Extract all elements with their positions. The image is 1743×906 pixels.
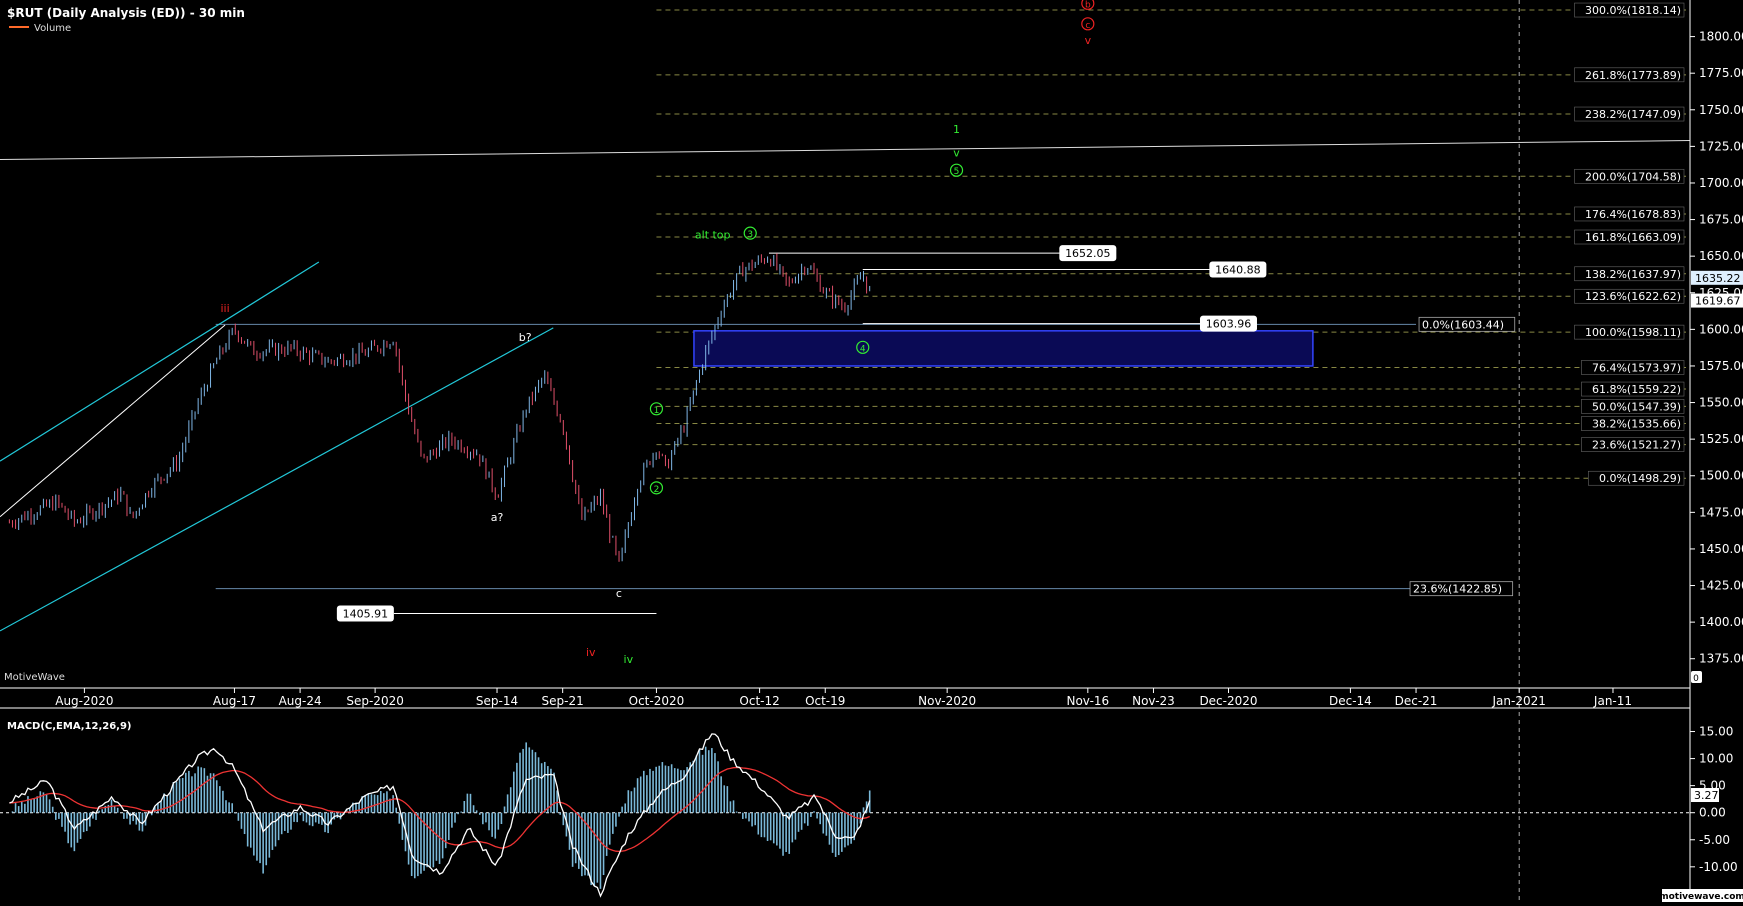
time-tick-label: Oct-12	[739, 694, 779, 708]
time-tick-label: Nov-23	[1132, 694, 1175, 708]
fib-level-label: 123.6%(1622.62)	[1585, 290, 1681, 303]
volume-legend-label: Volume	[34, 23, 71, 34]
price-level-label: 1652.05	[1065, 247, 1111, 260]
price-tick-label: 1725.00	[1699, 139, 1743, 153]
time-tick-label: Aug-17	[213, 694, 256, 708]
price-level-label: 1603.96	[1206, 318, 1252, 331]
fib-level-label: 200.0%(1704.58)	[1585, 170, 1681, 183]
fib-level-label: 61.8%(1559.22)	[1592, 383, 1681, 396]
price-tick-label: 1575.00	[1699, 359, 1743, 373]
price-tick-label: 1675.00	[1699, 213, 1743, 227]
wave-label: 3	[747, 230, 753, 240]
wave-label: v	[1085, 34, 1092, 47]
wave-label: iii	[220, 302, 229, 315]
fib-level-label: 23.6%(1521.27)	[1592, 439, 1681, 452]
price-tick-label: 1375.00	[1699, 652, 1743, 666]
macd-tick-label: -5.00	[1699, 833, 1730, 847]
fib-level-label: 161.8%(1663.09)	[1585, 231, 1681, 244]
wave-label: 2	[654, 485, 660, 495]
price-tick-label: 1750.00	[1699, 103, 1743, 117]
wave-label: 5	[954, 167, 960, 177]
time-tick-label: Jan-2021	[1492, 694, 1546, 708]
wave-label: 1	[953, 123, 960, 136]
fib-level-label: 176.4%(1678.83)	[1585, 208, 1681, 221]
wave-label: iv	[624, 653, 634, 666]
motivewave-watermark: MotiveWave	[4, 672, 65, 683]
time-tick-label: Oct-19	[805, 694, 845, 708]
wave-label: b?	[519, 331, 532, 344]
time-tick-label: Nov-16	[1066, 694, 1109, 708]
price-tick-label: 1525.00	[1699, 432, 1743, 446]
time-tick-label: Dec-21	[1395, 694, 1438, 708]
time-tick-label: Sep-21	[542, 694, 584, 708]
price-tick-label: 1425.00	[1699, 579, 1743, 593]
macd-tick-label: 10.00	[1699, 752, 1733, 766]
chart-window[interactable]: 300.0%(1818.14) 261.8%(1773.89) 238.2%(174…	[0, 0, 1743, 902]
time-tick-label: Sep-2020	[346, 694, 404, 708]
price-tick-label: 1700.00	[1699, 176, 1743, 190]
wave-label: c	[616, 587, 622, 600]
target-zone-box	[693, 330, 1314, 367]
wave-label: b	[1085, 0, 1091, 10]
macd-title: MACD(C,EMA,12,26,9)	[7, 721, 132, 732]
fib-level-label: 0.0%(1498.29)	[1599, 472, 1681, 485]
wave-label: iv	[586, 646, 596, 659]
price-tick-label: 1650.00	[1699, 249, 1743, 263]
price-tick-label: 1600.00	[1699, 322, 1743, 336]
time-tick-label: Oct-2020	[629, 694, 685, 708]
time-tick-label: Sep-14	[476, 694, 518, 708]
price-tick-label: 1475.00	[1699, 505, 1743, 519]
price-chart-svg[interactable]: 300.0%(1818.14) 261.8%(1773.89) 238.2%(174…	[0, 0, 1743, 902]
last-price-label: 1635.22	[1695, 272, 1741, 285]
macd-last-value: 3.27	[1694, 789, 1719, 802]
price-tick-label: 1500.00	[1699, 469, 1743, 483]
price-tick-label: 1800.00	[1699, 30, 1743, 44]
time-tick-label: Nov-2020	[918, 694, 976, 708]
fib-level-label: 138.2%(1637.97)	[1585, 268, 1681, 281]
time-tick-label: Dec-14	[1329, 694, 1372, 708]
wave-label: v	[953, 147, 960, 160]
price-tick-label: 1550.00	[1699, 396, 1743, 410]
wave-label: alt top	[695, 229, 731, 242]
wave-label: a?	[491, 511, 504, 524]
fib-level-label: 261.8%(1773.89)	[1585, 69, 1681, 82]
footer-logo: motivewave.com	[1659, 892, 1743, 902]
chart-background	[0, 0, 1743, 902]
time-tick-label: Jan-11	[1593, 694, 1632, 708]
fib-level-label: 50.0%(1547.39)	[1592, 400, 1681, 413]
fib-level-label: 300.0%(1818.14)	[1585, 4, 1681, 17]
fib-level-label: 76.4%(1573.97)	[1592, 361, 1681, 374]
wave-label: c	[1085, 21, 1090, 31]
fib-retrace-label: 0.0%(1603.44)	[1422, 318, 1504, 331]
time-tick-label: Aug-24	[279, 694, 322, 708]
price-tick-label: 1450.00	[1699, 542, 1743, 556]
time-tick-label: Dec-2020	[1199, 694, 1257, 708]
chart-title: $RUT (Daily Analysis (ED)) - 30 min	[7, 6, 245, 20]
volume-legend-swatch	[9, 26, 29, 28]
time-tick-label: Aug-2020	[55, 694, 113, 708]
fib-level-label: 238.2%(1747.09)	[1585, 108, 1681, 121]
price-level-label: 1405.91	[343, 607, 389, 620]
macd-tick-label: -10.00	[1699, 860, 1738, 874]
right-axis-zero-label: 0	[1693, 674, 1699, 684]
last-price-label: 1619.67	[1695, 295, 1741, 308]
wave-label: 1	[654, 406, 660, 416]
macd-tick-label: 15.00	[1699, 725, 1733, 739]
fib-level-label: 38.2%(1535.66)	[1592, 418, 1681, 431]
price-level-label: 1640.88	[1215, 264, 1261, 277]
macd-tick-label: 0.00	[1699, 806, 1726, 820]
fib-retrace-label: 23.6%(1422.85)	[1413, 583, 1502, 596]
wave-label: 4	[860, 344, 866, 354]
fib-level-label: 100.0%(1598.11)	[1585, 326, 1681, 339]
price-tick-label: 1400.00	[1699, 615, 1743, 629]
price-tick-label: 1775.00	[1699, 66, 1743, 80]
